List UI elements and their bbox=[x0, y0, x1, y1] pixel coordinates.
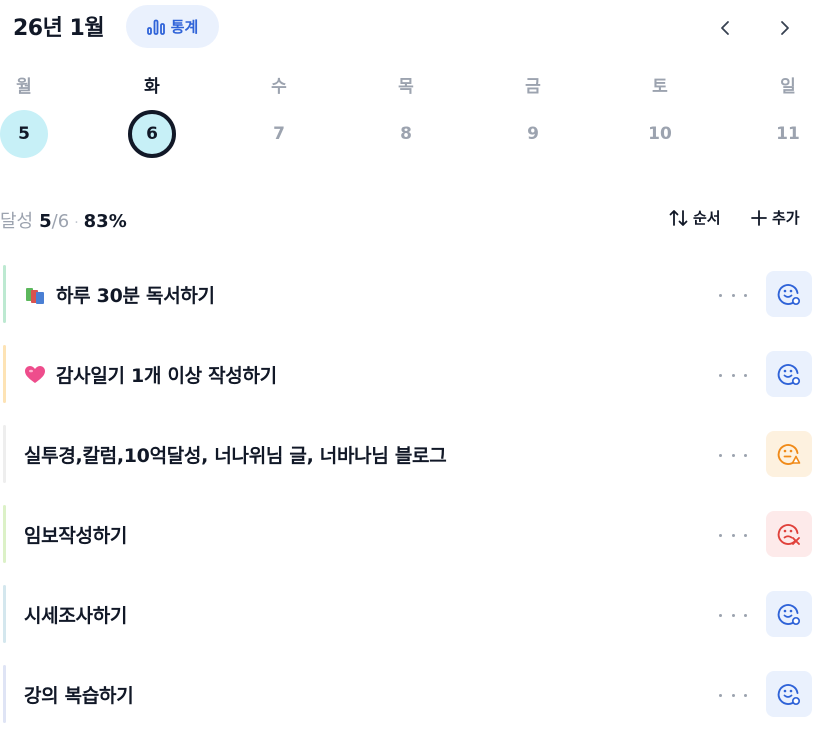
add-habit-label: 추가 bbox=[772, 209, 800, 227]
day-9[interactable]: 9 bbox=[509, 110, 557, 158]
weekday-thu: 목 bbox=[398, 77, 414, 97]
habit-title-text: 감사일기 1개 이상 작성하기 bbox=[56, 365, 277, 387]
prev-week-button[interactable] bbox=[707, 10, 743, 46]
day-8[interactable]: 8 bbox=[382, 110, 430, 158]
stats-button[interactable]: 통계 bbox=[126, 5, 219, 48]
achievement-done: 5 bbox=[39, 211, 52, 232]
achievement-total: /6 bbox=[51, 211, 70, 232]
achievement-summary: 달성 5 /6 · 83% bbox=[0, 207, 127, 233]
calendar-header: 26년 1월 통계 bbox=[0, 0, 826, 56]
sort-order-label: 순서 bbox=[693, 209, 721, 227]
day-6-selected[interactable]: 6 bbox=[128, 110, 176, 158]
habit-title-text: 하루 30분 독서하기 bbox=[56, 285, 215, 307]
month-title: 26년 1월 bbox=[13, 16, 105, 41]
achievement-percent: 83% bbox=[83, 211, 127, 232]
weekday-sun: 일 bbox=[780, 77, 796, 97]
habit-color-bar bbox=[3, 345, 6, 403]
day-11[interactable]: 11 bbox=[764, 110, 812, 158]
weekday-fri: 금 bbox=[525, 77, 541, 97]
achievement-separator: · bbox=[74, 215, 79, 231]
chevron-right-icon bbox=[781, 21, 789, 35]
more-options-icon[interactable] bbox=[719, 443, 747, 467]
habit-color-bar bbox=[3, 505, 6, 563]
habit-row[interactable]: 실투경,칼럼,10억달성, 너나위님 글, 너바나님 블로그 bbox=[0, 425, 826, 485]
weekday-sat: 토 bbox=[652, 77, 668, 97]
habit-row[interactable]: 강의 복습하기 bbox=[0, 665, 826, 725]
bar-chart-icon bbox=[146, 19, 165, 35]
status-warning-icon[interactable] bbox=[766, 431, 812, 477]
plus-icon bbox=[751, 209, 767, 226]
habit-color-bar bbox=[3, 425, 6, 483]
habit-title: 시세조사하기 bbox=[24, 601, 127, 628]
more-options-icon[interactable] bbox=[719, 683, 747, 707]
status-good-icon[interactable] bbox=[766, 271, 812, 317]
stats-button-label: 통계 bbox=[170, 18, 199, 36]
weekday-tue: 화 bbox=[144, 77, 160, 97]
habit-title: 실투경,칼럼,10억달성, 너나위님 글, 너바나님 블로그 bbox=[24, 441, 447, 468]
habit-title: 강의 복습하기 bbox=[24, 681, 134, 708]
add-habit-button[interactable]: 추가 bbox=[750, 207, 800, 228]
more-options-icon[interactable] bbox=[719, 603, 747, 627]
day-7[interactable]: 7 bbox=[255, 110, 303, 158]
habit-color-bar bbox=[3, 265, 6, 323]
day-5[interactable]: 5 bbox=[0, 110, 48, 158]
sort-order-button[interactable]: 순서 bbox=[669, 207, 721, 228]
heart-icon bbox=[24, 364, 46, 386]
status-fail-icon[interactable] bbox=[766, 511, 812, 557]
status-good-icon[interactable] bbox=[766, 351, 812, 397]
habit-row[interactable]: 임보작성하기 bbox=[0, 505, 826, 565]
chevron-left-icon bbox=[721, 21, 729, 35]
weekday-mon: 월 bbox=[16, 77, 32, 97]
day-10[interactable]: 10 bbox=[636, 110, 684, 158]
habit-title-text: 실투경,칼럼,10억달성, 너나위님 글, 너바나님 블로그 bbox=[24, 445, 447, 467]
more-options-icon[interactable] bbox=[719, 523, 747, 547]
habit-title: 하루 30분 독서하기 bbox=[24, 281, 215, 308]
habit-row[interactable]: 시세조사하기 bbox=[0, 585, 826, 645]
habit-title: 임보작성하기 bbox=[24, 521, 127, 548]
status-good-icon[interactable] bbox=[766, 671, 812, 717]
more-options-icon[interactable] bbox=[719, 363, 747, 387]
habit-row[interactable]: 감사일기 1개 이상 작성하기 bbox=[0, 345, 826, 405]
books-icon bbox=[24, 284, 46, 306]
habit-color-bar bbox=[3, 665, 6, 723]
sort-arrows-icon bbox=[669, 209, 688, 226]
habit-title-text: 임보작성하기 bbox=[24, 525, 128, 547]
achievement-label: 달성 bbox=[0, 211, 34, 232]
habit-title: 감사일기 1개 이상 작성하기 bbox=[24, 361, 277, 388]
habit-color-bar bbox=[3, 585, 6, 643]
next-week-button[interactable] bbox=[767, 10, 803, 46]
more-options-icon[interactable] bbox=[719, 283, 747, 307]
weekday-wed: 수 bbox=[271, 77, 287, 97]
habit-title-text: 강의 복습하기 bbox=[24, 685, 134, 707]
status-good-icon[interactable] bbox=[766, 591, 812, 637]
habit-title-text: 시세조사하기 bbox=[24, 605, 128, 627]
habit-row[interactable]: 하루 30분 독서하기 bbox=[0, 265, 826, 325]
